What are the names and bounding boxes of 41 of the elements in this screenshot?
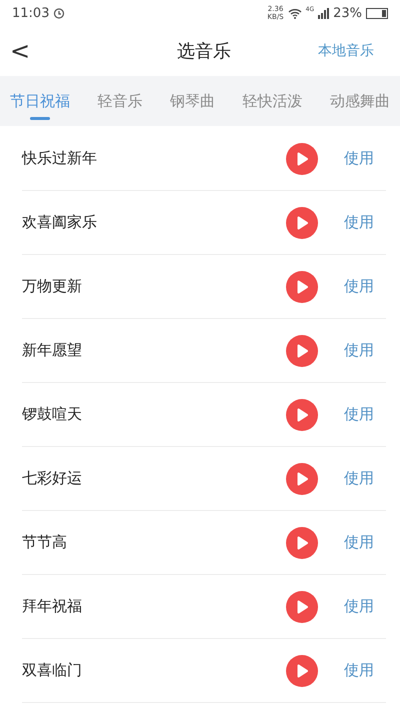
- play-icon[interactable]: [286, 526, 318, 558]
- play-icon[interactable]: [286, 206, 318, 238]
- use-button[interactable]: 使用: [344, 149, 374, 168]
- play-icon[interactable]: [286, 334, 318, 366]
- play-icon[interactable]: [286, 462, 318, 494]
- battery-icon: [366, 8, 388, 18]
- song-name: 快乐过新年: [22, 149, 98, 168]
- status-time: 11:03: [12, 6, 50, 20]
- song-name: 七彩好运: [22, 469, 83, 488]
- use-button[interactable]: 使用: [344, 469, 374, 488]
- play-icon[interactable]: [286, 654, 318, 686]
- category-tab[interactable]: 节日祝福: [10, 76, 70, 126]
- category-tab[interactable]: 动感舞曲: [330, 76, 390, 126]
- song-name: 双喜临门: [22, 661, 83, 680]
- play-icon[interactable]: [286, 590, 318, 622]
- use-button[interactable]: 使用: [344, 405, 374, 424]
- category-tab[interactable]: 钢琴曲: [170, 76, 215, 126]
- use-button[interactable]: 使用: [344, 213, 374, 232]
- play-icon[interactable]: [286, 142, 318, 174]
- use-button[interactable]: 使用: [344, 597, 374, 616]
- song-name: 拜年祝福: [22, 597, 83, 616]
- song-name: 欢喜阖家乐: [22, 213, 98, 232]
- use-button[interactable]: 使用: [344, 533, 374, 552]
- local-music-link[interactable]: 本地音乐: [318, 42, 390, 60]
- song-name: 节节高: [22, 533, 68, 552]
- song-name: 万物更新: [22, 277, 83, 296]
- song-name: 新年愿望: [22, 341, 83, 360]
- play-icon[interactable]: [286, 270, 318, 302]
- play-icon[interactable]: [286, 398, 318, 430]
- use-button[interactable]: 使用: [344, 661, 374, 680]
- category-tab[interactable]: 轻快活泼: [242, 76, 302, 126]
- signal-icon: [318, 8, 330, 18]
- use-button[interactable]: 使用: [344, 277, 374, 296]
- category-tab[interactable]: 轻音乐: [98, 76, 142, 126]
- song-name: 锣鼓喧天: [22, 405, 83, 424]
- page-title: 选音乐: [177, 40, 231, 63]
- alarm-icon: [53, 7, 66, 19]
- back-button[interactable]: <: [10, 37, 40, 65]
- wifi-icon: [288, 8, 302, 18]
- use-button[interactable]: 使用: [344, 341, 374, 360]
- battery-percent: 23%: [333, 6, 362, 20]
